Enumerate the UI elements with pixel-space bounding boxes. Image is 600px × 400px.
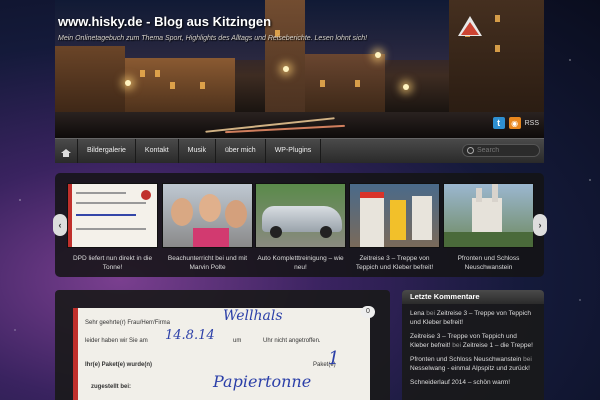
handwritten-location: Papiertonne [213,372,312,391]
nav-item-wp-plugins[interactable]: WP-Plugins [266,139,322,163]
slide-caption[interactable]: Zeitreise 3 – Treppe von Teppich und Kle… [349,254,440,272]
sidebar: Letzte Kommentare Lena bei Zeitreise 3 –… [402,290,544,400]
social-links: t ◉ RSS [492,117,539,129]
slide-caption[interactable]: Pfronten und Schloss Neuschwanstein [443,254,534,272]
street-lamp [125,80,131,86]
slide[interactable]: DPD liefert nun direkt in die Tonne! [67,183,158,272]
nav-item-musik[interactable]: Musik [179,139,216,163]
recent-comment-item: Lena bei Zeitreise 3 – Treppe von Teppic… [402,304,544,327]
slide[interactable]: Zeitreise 3 – Treppe von Teppich und Kle… [349,183,440,272]
warning-sign-inner [461,22,479,35]
comment-author[interactable]: Schneiderlauf 2014 – schön warm! [410,379,510,386]
slide[interactable]: Auto Kompletttreinigung – wie neu! [255,183,346,272]
main-content: Sehr geehrte(r) Frau/Herr/Firma leider h… [55,290,390,400]
slider-prev-button[interactable]: ‹ [53,214,67,236]
comment-post-link[interactable]: Zeitreise 1 – die Treppe! [463,342,533,349]
comment-count-badge[interactable]: 0 [361,306,375,318]
slide[interactable]: Pfronten und Schloss Neuschwanstein [443,183,534,272]
nav-item-bildergalerie[interactable]: Bildergalerie [78,139,136,163]
form-line-text: zugestellt bei: [91,384,132,390]
form-line-text: Ihr(e) Paket(e) wurde(n) [85,362,153,368]
comment-by: bei [523,356,532,363]
window-light [155,70,160,77]
comment-author[interactable]: Lena [410,310,424,317]
comment-author[interactable]: Pfronten und Schloss Neuschwanstein [410,356,521,363]
form-red-edge [73,308,78,400]
rss-icon[interactable]: ◉ [508,117,521,129]
slide-caption[interactable]: DPD liefert nun direkt in die Tonne! [67,254,158,272]
header-road [55,112,544,138]
home-icon [61,149,71,157]
search-icon [467,147,474,154]
slide-thumbnail[interactable] [67,183,158,248]
post-image[interactable]: Sehr geehrte(r) Frau/Herr/Firma leider h… [73,308,370,400]
comment-by: bei [426,310,435,317]
slide-thumbnail[interactable] [443,183,534,248]
recent-comment-item: Zeitreise 3 – Treppe von Teppich und Kle… [402,327,544,350]
search-input[interactable] [477,147,537,154]
site-header: www.hisky.de - Blog aus Kitzingen Mein O… [55,0,544,138]
window-light [495,45,500,52]
recent-comment-item: Pfronten und Schloss Neuschwanstein bei … [402,350,544,373]
recent-comments-title: Letzte Kommentare [402,290,544,304]
window-light [355,80,360,87]
handwritten-qty: 1 [328,348,340,369]
form-line-text: Uhr nicht angetroffen. [263,338,321,344]
twitter-icon[interactable]: t [492,117,505,129]
window-light [140,70,145,77]
comment-by: bei [452,342,461,349]
form-line-text: um [233,338,242,344]
street-lamp [283,66,289,72]
comment-post-link[interactable]: Nesselwang - einmal Alpspitz und zurück! [410,365,530,372]
nav-item-kontakt[interactable]: Kontakt [136,139,179,163]
rss-label[interactable]: RSS [525,120,539,127]
featured-slider: DPD liefert nun direkt in die Tonne! Bea… [55,173,544,277]
header-building [125,58,235,116]
form-line-text: leider haben wir Sie am [85,338,148,344]
handwritten-date: 14.8.14 [165,328,215,343]
street-lamp [403,84,409,90]
recent-comment-item: Schneiderlauf 2014 – schön warm! [402,373,544,387]
site-tagline: Mein Onlinetagebuch zum Thema Sport, Hig… [58,35,368,42]
slide-thumbnail[interactable] [349,183,440,248]
handwritten-name: Wellhals [223,308,283,324]
slide-caption[interactable]: Auto Kompletttreinigung – wie neu! [255,254,346,272]
main-nav: Bildergalerie Kontakt Musik über mich WP… [55,138,544,163]
home-button[interactable] [55,139,78,163]
street-lamp [375,52,381,58]
form-header-text: Sehr geehrte(r) Frau/Herr/Firma [85,320,171,326]
slide-thumbnail[interactable] [162,183,253,248]
search-box [462,144,540,157]
slide-caption[interactable]: Beachunterricht bei und mit Marvin Polte [162,254,253,272]
window-light [200,82,205,89]
site-title[interactable]: www.hisky.de - Blog aus Kitzingen [58,14,271,29]
window-light [495,15,500,22]
header-building [55,46,125,116]
slide-thumbnail[interactable] [255,183,346,248]
slide[interactable]: Beachunterricht bei und mit Marvin Polte [162,183,253,272]
window-light [170,82,175,89]
nav-item-ueber-mich[interactable]: über mich [216,139,266,163]
header-building [305,54,385,116]
window-light [320,80,325,87]
slider-next-button[interactable]: › [533,214,547,236]
